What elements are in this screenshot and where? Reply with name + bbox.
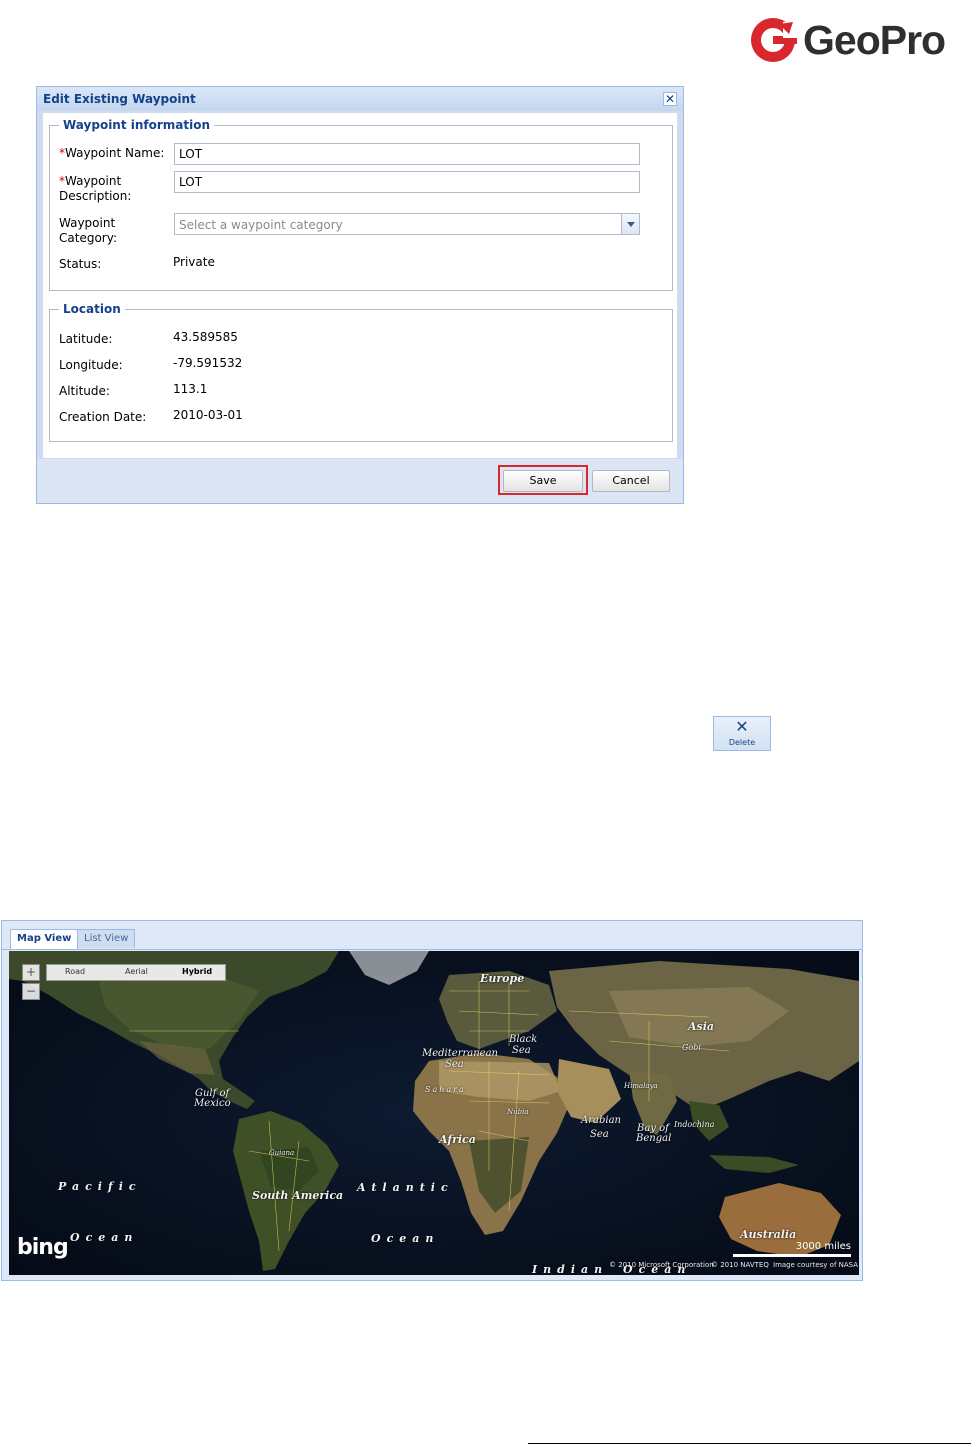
- map-copyright-microsoft: © 2010 Microsoft Corporation: [609, 1261, 714, 1269]
- zoom-out-button[interactable]: −: [22, 983, 40, 1000]
- waypoint-description-input[interactable]: [174, 171, 640, 193]
- latitude-label: Latitude:: [59, 332, 113, 346]
- waypoint-name-input[interactable]: [174, 143, 640, 165]
- map-label-bengal-2: Bengal: [636, 1133, 672, 1144]
- waypoint-category-placeholder: Select a waypoint category: [179, 218, 343, 232]
- map-style-road[interactable]: Road: [65, 967, 85, 976]
- map-scale-line: [733, 1254, 851, 1257]
- waypoint-information-fieldset: Waypoint information *Waypoint Name: *Wa…: [49, 118, 673, 291]
- delete-label: Delete: [728, 738, 756, 747]
- waypoint-information-legend: Waypoint information: [59, 118, 215, 132]
- map-label-black-sea-2: Sea: [512, 1045, 531, 1056]
- map-label-south-america: South America: [252, 1189, 344, 1202]
- map-label-mediterranean-2: Sea: [445, 1059, 464, 1070]
- dialog-header: Edit Existing Waypoint ✕: [37, 87, 683, 111]
- status-value: Private: [173, 255, 215, 269]
- tab-map-view[interactable]: Map View: [10, 929, 79, 949]
- waypoint-category-label: Waypoint Category:: [59, 216, 117, 245]
- map-style-switcher: Road Aerial Hybrid: [46, 964, 226, 981]
- map-label-gulf-2: Mexico: [194, 1098, 231, 1109]
- longitude-label: Longitude:: [59, 358, 123, 372]
- zoom-in-button[interactable]: +: [22, 964, 40, 981]
- geopro-logo-mark-icon: [751, 18, 797, 62]
- tab-list-view[interactable]: List View: [77, 929, 136, 948]
- waypoint-description-label: *Waypoint Description:: [59, 174, 132, 203]
- world-map[interactable]: + − Road Aerial Hybrid Europe Asia Gobi …: [9, 951, 859, 1275]
- creation-date-value: 2010-03-01: [173, 408, 243, 422]
- delete-button[interactable]: ✕ Delete: [713, 716, 771, 751]
- map-panel: Map View List View + − Road Aerial Hybri…: [1, 920, 863, 1281]
- dialog-title: Edit Existing Waypoint: [43, 92, 196, 106]
- map-scale-label: 3000 miles: [795, 1241, 851, 1252]
- geopro-logo: GeoPro: [749, 14, 946, 66]
- map-label-europe: Europe: [480, 972, 525, 985]
- creation-date-label: Creation Date:: [59, 410, 147, 424]
- map-label-gobi: Gobi: [682, 1043, 701, 1052]
- edit-waypoint-dialog: Edit Existing Waypoint ✕ Waypoint inform…: [36, 86, 684, 504]
- map-label-guiana: Guiana: [269, 1149, 295, 1157]
- altitude-value: 113.1: [173, 382, 208, 396]
- map-copyright-navteq: © 2010 NAVTEQ: [711, 1261, 769, 1269]
- waypoint-category-select[interactable]: Select a waypoint category: [174, 213, 640, 235]
- chevron-down-icon[interactable]: [621, 214, 639, 234]
- map-label-ocean-1: Ocean: [70, 1231, 139, 1244]
- map-style-hybrid[interactable]: Hybrid: [182, 967, 212, 976]
- map-label-himalaya: Himalaya: [624, 1082, 658, 1090]
- dialog-body: Waypoint information *Waypoint Name: *Wa…: [43, 113, 677, 458]
- world-map-imagery: [9, 951, 859, 1275]
- waypoint-name-label: *Waypoint Name:: [59, 146, 165, 160]
- close-icon[interactable]: ✕: [663, 92, 677, 106]
- map-label-arabian-2: Sea: [590, 1129, 609, 1140]
- longitude-value: -79.591532: [173, 356, 243, 370]
- map-label-africa: Africa: [439, 1133, 476, 1146]
- status-label: Status:: [59, 257, 102, 271]
- bing-logo: bing: [17, 1235, 69, 1260]
- map-label-indian: Indian: [532, 1263, 609, 1275]
- cancel-button[interactable]: Cancel: [592, 470, 670, 492]
- altitude-label: Altitude:: [59, 384, 110, 398]
- map-style-aerial[interactable]: Aerial: [125, 967, 148, 976]
- map-label-sahara: Sahara: [425, 1085, 466, 1094]
- map-label-pacific: Pacific: [58, 1180, 142, 1193]
- map-label-arabian-1: Arabian: [581, 1115, 621, 1126]
- x-icon: ✕: [735, 717, 749, 736]
- save-button[interactable]: Save: [503, 470, 583, 492]
- map-label-nubia: Nubia: [507, 1108, 529, 1116]
- map-label-australia: Australia: [740, 1228, 797, 1241]
- page-footer-rule: [528, 1443, 971, 1444]
- map-label-black-sea-1: Black: [509, 1034, 538, 1045]
- map-copyright-nasa: Image courtesy of NASA: [773, 1261, 859, 1269]
- map-label-ocean-2: Ocean: [371, 1232, 440, 1245]
- map-label-indochina: Indochina: [674, 1120, 715, 1129]
- location-fieldset: Location Latitude: 43.589585 Longitude: …: [49, 302, 673, 442]
- map-label-atlantic: Atlantic: [357, 1181, 454, 1194]
- map-label-mediterranean-1: Mediterranean: [422, 1048, 498, 1059]
- location-legend: Location: [59, 302, 125, 316]
- latitude-value: 43.589585: [173, 330, 238, 344]
- geopro-logo-text: GeoPro: [803, 17, 946, 63]
- map-label-asia: Asia: [688, 1020, 715, 1033]
- map-tabstrip: Map View List View: [2, 921, 862, 950]
